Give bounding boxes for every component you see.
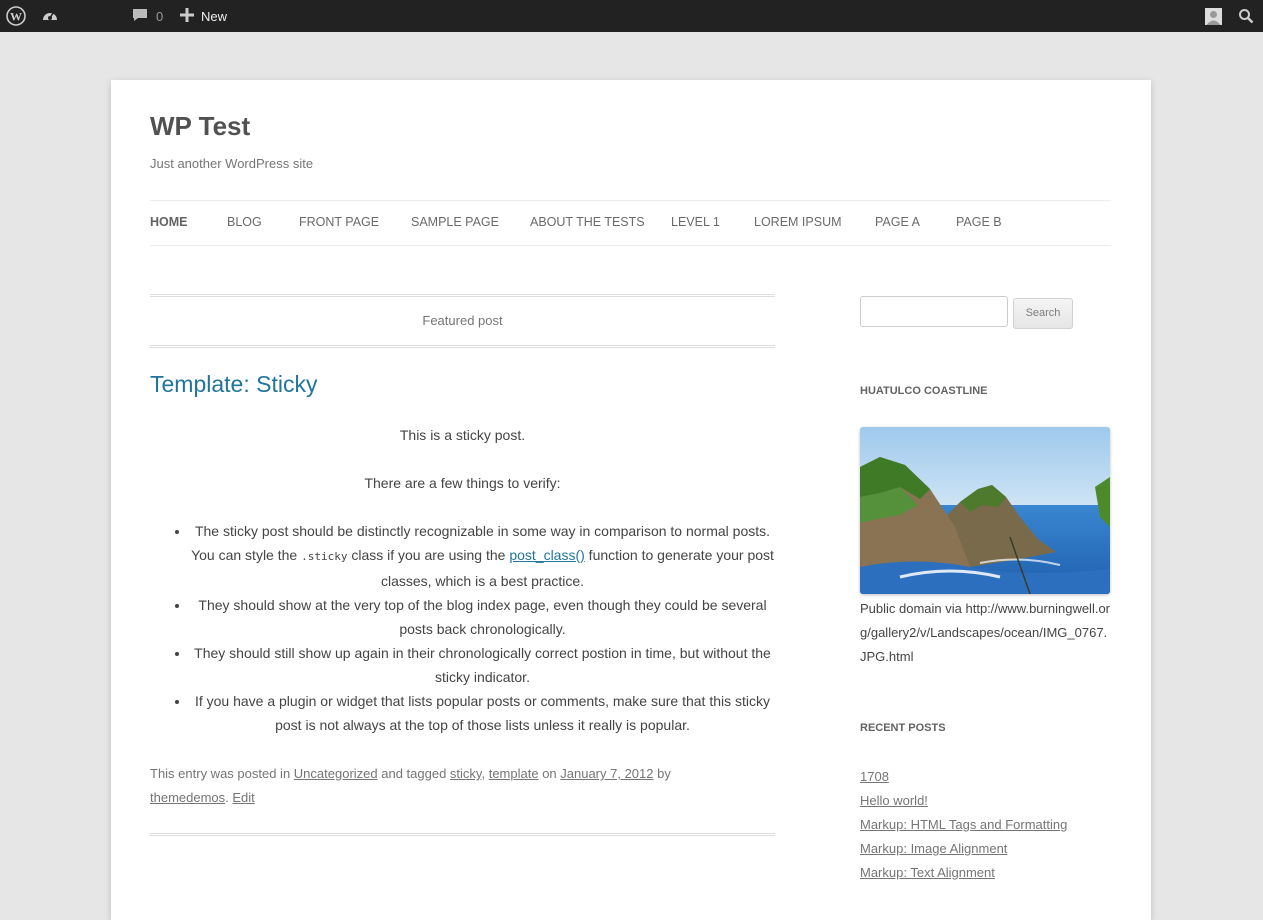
comments-menu[interactable]: 0 bbox=[132, 0, 163, 32]
category-link[interactable]: Uncategorized bbox=[294, 766, 378, 781]
admin-bar: W 0 New bbox=[0, 0, 1263, 32]
list-item: Markup: HTML Tags and Formatting bbox=[860, 813, 1067, 837]
dashboard-icon[interactable] bbox=[40, 0, 62, 32]
post-content: This is a sticky post. There are a few t… bbox=[150, 423, 775, 737]
nav-item-level-1[interactable]: LEVEL 1 bbox=[671, 215, 720, 229]
post-meta: This entry was posted in Uncategorized a… bbox=[150, 762, 775, 810]
image-widget-title: HUATULCO COASTLINE bbox=[860, 385, 988, 397]
nav-item-blog[interactable]: BLOG bbox=[227, 215, 262, 229]
nav-item-lorem-ipsum[interactable]: LOREM IPSUM bbox=[754, 215, 842, 229]
post-title[interactable]: Template: Sticky bbox=[150, 371, 317, 398]
list-item: Markup: Text Alignment bbox=[860, 861, 1067, 885]
sidebar-search-input[interactable] bbox=[860, 296, 1008, 327]
post-date-link[interactable]: January 7, 2012 bbox=[560, 766, 653, 781]
new-content-menu[interactable]: New bbox=[180, 0, 227, 32]
featured-post-label: Featured post bbox=[150, 294, 775, 348]
meta-by-text: by bbox=[653, 766, 671, 781]
recent-post-link[interactable]: Markup: HTML Tags and Formatting bbox=[860, 817, 1067, 832]
post-class-link[interactable]: post_class() bbox=[509, 547, 584, 563]
list-item: If you have a plugin or widget that list… bbox=[190, 689, 775, 737]
meta-posted-in-text: This entry was posted in bbox=[150, 766, 294, 781]
post-verify-intro: There are a few things to verify: bbox=[364, 475, 561, 491]
meta-comma: , bbox=[481, 766, 489, 781]
nav-item-front-page[interactable]: FRONT PAGE bbox=[299, 215, 379, 229]
author-link[interactable]: themedemos bbox=[150, 790, 225, 805]
image-caption: Public domain via http://www.burningwell… bbox=[860, 601, 1111, 664]
search-icon[interactable] bbox=[1238, 0, 1254, 32]
list-item: They should show at the very top of the … bbox=[190, 593, 775, 641]
site-description: Just another WordPress site bbox=[150, 156, 314, 171]
list-item: The sticky post should be distinctly rec… bbox=[190, 519, 775, 593]
svg-text:W: W bbox=[10, 10, 22, 24]
recent-posts-list: 1708 Hello world! Markup: HTML Tags and … bbox=[860, 765, 1067, 885]
nav-item-page-a[interactable]: PAGE A bbox=[875, 215, 920, 229]
comments-count: 0 bbox=[156, 8, 164, 24]
entry-separator bbox=[150, 833, 775, 836]
tag-link-sticky[interactable]: sticky bbox=[450, 766, 482, 781]
nav-item-sample-page[interactable]: SAMPLE PAGE bbox=[411, 215, 499, 229]
new-label: New bbox=[201, 8, 228, 24]
list-item: Markup: Image Alignment bbox=[860, 837, 1067, 861]
plus-icon bbox=[180, 7, 194, 25]
nav-item-home[interactable]: HOME bbox=[150, 215, 188, 229]
main-navigation: HOME BLOG FRONT PAGE SAMPLE PAGE ABOUT T… bbox=[150, 200, 1111, 246]
recent-post-link[interactable]: Markup: Image Alignment bbox=[860, 841, 1007, 856]
edit-link[interactable]: Edit bbox=[232, 790, 254, 805]
meta-tagged-text: and tagged bbox=[377, 766, 450, 781]
sidebar-search-button[interactable]: Search bbox=[1013, 298, 1073, 329]
meta-on-text: on bbox=[538, 766, 561, 781]
post-intro: This is a sticky post. bbox=[399, 427, 526, 443]
nav-item-about-the-tests[interactable]: ABOUT THE TESTS bbox=[530, 215, 645, 229]
sticky-class-code: .sticky bbox=[301, 550, 348, 563]
list-item: 1708 bbox=[860, 765, 1067, 789]
site-page: WP Test Just another WordPress site HOME… bbox=[111, 80, 1151, 920]
wordpress-logo-icon[interactable]: W bbox=[6, 0, 28, 32]
user-avatar-icon[interactable] bbox=[1205, 0, 1222, 32]
recent-post-link[interactable]: Hello world! bbox=[860, 793, 928, 808]
recent-posts-title: RECENT POSTS bbox=[860, 722, 946, 734]
bullet1-text-mid: class if you are using the bbox=[347, 547, 510, 563]
list-item: They should still show up again in their… bbox=[190, 641, 775, 689]
list-item: Hello world! bbox=[860, 789, 1067, 813]
nav-item-page-b[interactable]: PAGE B bbox=[956, 215, 1002, 229]
recent-post-link[interactable]: 1708 bbox=[860, 769, 889, 784]
tag-link-template[interactable]: template bbox=[489, 766, 539, 781]
coastline-image[interactable] bbox=[860, 427, 1110, 594]
comment-bubble-icon bbox=[132, 7, 148, 26]
recent-post-link[interactable]: Markup: Text Alignment bbox=[860, 865, 995, 880]
verify-list: The sticky post should be distinctly rec… bbox=[150, 519, 775, 737]
site-title[interactable]: WP Test bbox=[150, 111, 250, 142]
